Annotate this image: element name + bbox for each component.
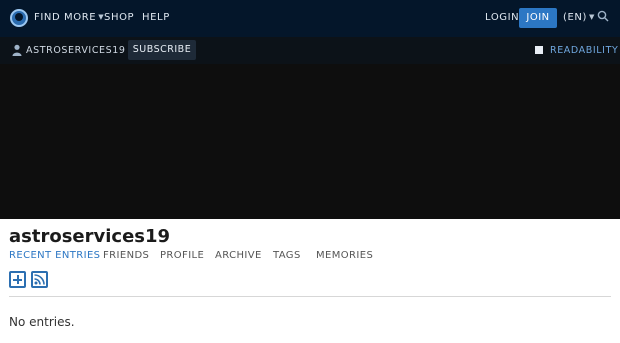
tab-profile[interactable]: PROFILE [160, 250, 204, 261]
content-divider [9, 296, 611, 297]
chevron-down-icon: ▼ [589, 13, 595, 21]
nav-find-more-label: FIND MORE [34, 12, 97, 23]
plus-icon[interactable] [9, 271, 26, 288]
rss-icon[interactable] [31, 271, 48, 288]
readability-button[interactable]: READABILITY [550, 45, 618, 56]
user-icon [12, 44, 22, 56]
language-selector[interactable]: (EN) ▼ [563, 12, 595, 23]
tab-recent-entries[interactable]: RECENT ENTRIES [9, 250, 100, 261]
journal-username[interactable]: ASTROSERVICES19 [26, 45, 126, 56]
nav-help[interactable]: HELP [142, 12, 170, 23]
search-icon[interactable] [597, 10, 609, 22]
empty-entries-message: No entries. [9, 315, 75, 329]
subscribe-button[interactable]: SUBSCRIBE [128, 40, 196, 60]
tab-archive[interactable]: ARCHIVE [215, 250, 262, 261]
journal-title: astroservices19 [9, 226, 171, 247]
login-link[interactable]: LOGIN [485, 12, 519, 23]
language-label: (EN) [563, 12, 588, 23]
tab-friends[interactable]: FRIENDS [103, 250, 149, 261]
join-button[interactable]: JOIN [519, 8, 557, 28]
top-navbar: FIND MORE ▼ SHOP HELP LOGIN JOIN (EN) ▼ [0, 0, 620, 37]
readability-icon[interactable] [535, 46, 543, 54]
journal-header-banner [0, 64, 620, 219]
nav-find-more[interactable]: FIND MORE ▼ [34, 12, 104, 23]
rss-glyph-icon [34, 274, 45, 285]
site-logo-icon[interactable] [10, 9, 28, 27]
nav-shop[interactable]: SHOP [104, 12, 134, 23]
tab-tags[interactable]: TAGS [273, 250, 301, 261]
tab-memories[interactable]: MEMORIES [316, 250, 373, 261]
